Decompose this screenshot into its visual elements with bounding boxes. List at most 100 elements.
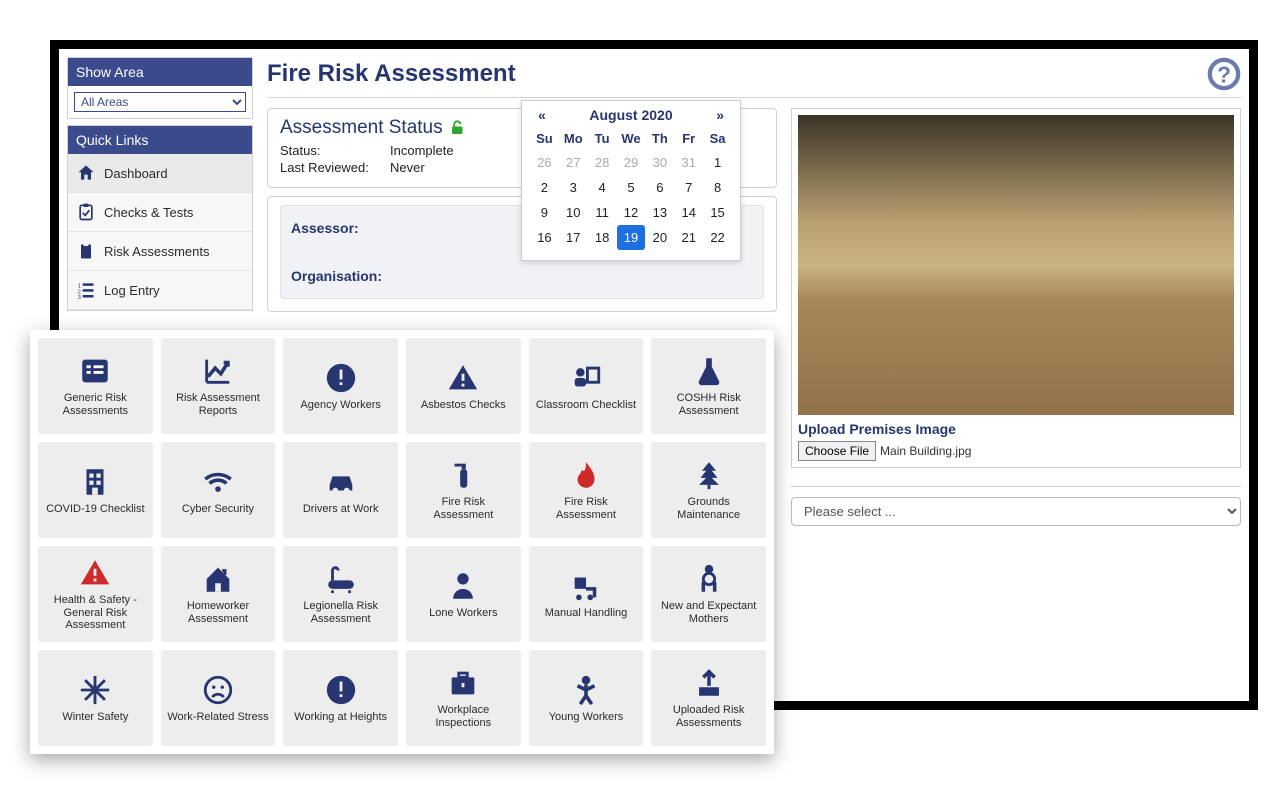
- calendar-day[interactable]: 31: [674, 150, 703, 175]
- calendar-month-label: August 2020: [589, 107, 672, 123]
- tile-manual-handling[interactable]: Manual Handling: [529, 546, 644, 642]
- calendar-day[interactable]: 19: [617, 225, 646, 250]
- tile-covid-19-checklist[interactable]: COVID-19 Checklist: [38, 442, 153, 538]
- tile-asbestos-checks[interactable]: Asbestos Checks: [406, 338, 521, 434]
- tile-label: Young Workers: [549, 711, 624, 724]
- calendar-day[interactable]: 9: [530, 200, 559, 225]
- tile-fire-risk-assessment[interactable]: Fire Risk Assessment: [406, 442, 521, 538]
- tile-risk-assessment-reports[interactable]: Risk Assessment Reports: [161, 338, 276, 434]
- tile-uploaded-risk-assessments[interactable]: Uploaded Risk Assessments: [651, 650, 766, 746]
- warning-icon: [77, 556, 113, 590]
- tile-drivers-at-work[interactable]: Drivers at Work: [283, 442, 398, 538]
- tile-label: Classroom Checklist: [536, 399, 636, 412]
- tile-generic-risk-assessments[interactable]: Generic Risk Assessments: [38, 338, 153, 434]
- tile-classroom-checklist[interactable]: Classroom Checklist: [529, 338, 644, 434]
- calendar-day[interactable]: 8: [703, 175, 732, 200]
- lower-select[interactable]: Please select ...: [791, 497, 1241, 526]
- tile-young-workers[interactable]: Young Workers: [529, 650, 644, 746]
- premises-panel: Upload Premises Image Choose File Main B…: [791, 108, 1241, 468]
- calendar-day[interactable]: 20: [645, 225, 674, 250]
- bath-icon: [323, 562, 359, 596]
- list-icon: [77, 354, 113, 388]
- calendar-day[interactable]: 17: [559, 225, 588, 250]
- quicklink-checks-tests[interactable]: Checks & Tests: [68, 193, 252, 232]
- calendar-day[interactable]: 4: [588, 175, 617, 200]
- tile-label: Fire Risk Assessment: [412, 496, 515, 521]
- wifi-icon: [200, 465, 236, 499]
- tile-label: Work-Related Stress: [167, 711, 268, 724]
- quicklink-log-entry[interactable]: Log Entry: [68, 271, 252, 310]
- calendar-prev[interactable]: «: [532, 107, 552, 123]
- calendar-day[interactable]: 5: [617, 175, 646, 200]
- tile-work-related-stress[interactable]: Work-Related Stress: [161, 650, 276, 746]
- briefcase-icon: [445, 666, 481, 700]
- tree-icon: [691, 458, 727, 492]
- tile-winter-safety[interactable]: Winter Safety: [38, 650, 153, 746]
- calendar-day[interactable]: 12: [617, 200, 646, 225]
- tile-label: COSHH Risk Assessment: [657, 392, 760, 417]
- calendar-day[interactable]: 1: [703, 150, 732, 175]
- tile-cyber-security[interactable]: Cyber Security: [161, 442, 276, 538]
- tile-workplace-inspections[interactable]: Workplace Inspections: [406, 650, 521, 746]
- tile-label: Homeworker Assessment: [167, 600, 270, 625]
- tile-health-safety-general-risk-assessment[interactable]: Health & Safety - General Risk Assessmen…: [38, 546, 153, 642]
- tile-label: Grounds Maintenance: [657, 496, 760, 521]
- tile-grounds-maintenance[interactable]: Grounds Maintenance: [651, 442, 766, 538]
- tile-homeworker-assessment[interactable]: Homeworker Assessment: [161, 546, 276, 642]
- calendar-day[interactable]: 27: [559, 150, 588, 175]
- upload-title: Upload Premises Image: [798, 421, 1234, 437]
- tile-label: Workplace Inspections: [412, 704, 515, 729]
- calendar-dow: Th: [645, 127, 674, 150]
- tile-label: Winter Safety: [62, 711, 128, 724]
- tile-coshh-risk-assessment[interactable]: COSHH Risk Assessment: [651, 338, 766, 434]
- mother-icon: [691, 562, 727, 596]
- calendar-day[interactable]: 16: [530, 225, 559, 250]
- warning-icon: [445, 361, 481, 395]
- tile-label: Agency Workers: [300, 399, 381, 412]
- calendar-day[interactable]: 28: [588, 150, 617, 175]
- calendar-day[interactable]: 7: [674, 175, 703, 200]
- quicklink-risk-assessments[interactable]: Risk Assessments: [68, 232, 252, 271]
- calendar-day[interactable]: 14: [674, 200, 703, 225]
- divider: [791, 486, 1241, 487]
- tile-legionella-risk-assessment[interactable]: Legionella Risk Assessment: [283, 546, 398, 642]
- calendar-dow: Fr: [674, 127, 703, 150]
- calendar-day[interactable]: 2: [530, 175, 559, 200]
- calendar-day[interactable]: 10: [559, 200, 588, 225]
- tile-label: Fire Risk Assessment: [535, 496, 638, 521]
- calendar-day[interactable]: 26: [530, 150, 559, 175]
- tile-agency-workers[interactable]: Agency Workers: [283, 338, 398, 434]
- extinguisher-icon: [445, 458, 481, 492]
- calendar-day[interactable]: 21: [674, 225, 703, 250]
- calendar-day[interactable]: 30: [645, 150, 674, 175]
- exclaim-circle-icon: [323, 361, 359, 395]
- list-number-icon: [76, 280, 96, 300]
- quicklink-label: Dashboard: [104, 166, 168, 181]
- calendar-day[interactable]: 13: [645, 200, 674, 225]
- tile-working-at-heights[interactable]: Working at Heights: [283, 650, 398, 746]
- help-icon[interactable]: [1207, 57, 1241, 91]
- tile-new-and-expectant-mothers[interactable]: New and Expectant Mothers: [651, 546, 766, 642]
- child-icon: [568, 673, 604, 707]
- calendar-dow: We: [617, 127, 646, 150]
- calendar-day[interactable]: 15: [703, 200, 732, 225]
- area-select[interactable]: All Areas: [74, 92, 246, 112]
- teacher-icon: [568, 361, 604, 395]
- calendar-day[interactable]: 6: [645, 175, 674, 200]
- tile-lone-workers[interactable]: Lone Workers: [406, 546, 521, 642]
- unlock-icon: [449, 119, 467, 137]
- quicklink-dashboard[interactable]: Dashboard: [68, 154, 252, 193]
- flame-icon: [568, 458, 604, 492]
- organisation-label: Organisation:: [291, 268, 753, 284]
- calendar-day[interactable]: 18: [588, 225, 617, 250]
- tile-label: Legionella Risk Assessment: [289, 600, 392, 625]
- tile-label: Lone Workers: [429, 607, 497, 620]
- calendar-day[interactable]: 29: [617, 150, 646, 175]
- calendar-day[interactable]: 11: [588, 200, 617, 225]
- calendar-next[interactable]: »: [710, 107, 730, 123]
- calendar-day[interactable]: 22: [703, 225, 732, 250]
- tile-label: Working at Heights: [294, 711, 387, 724]
- calendar-day[interactable]: 3: [559, 175, 588, 200]
- choose-file-button[interactable]: Choose File: [798, 441, 876, 461]
- tile-fire-risk-assessment[interactable]: Fire Risk Assessment: [529, 442, 644, 538]
